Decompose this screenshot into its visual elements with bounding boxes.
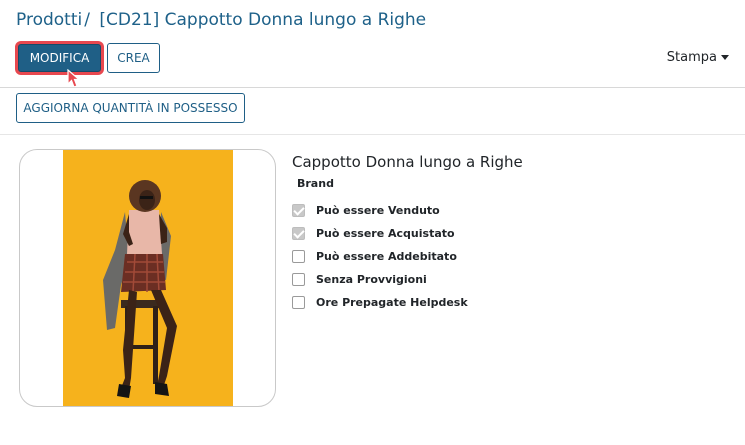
breadcrumb-separator: / bbox=[84, 10, 90, 30]
edit-button[interactable]: MODIFICA bbox=[18, 44, 101, 72]
content-divider bbox=[0, 134, 745, 135]
option-label: Senza Provvigioni bbox=[316, 273, 427, 286]
cursor-pointer-icon bbox=[67, 69, 81, 88]
option-prepaid-helpdesk-hours: Ore Prepagate Helpdesk bbox=[292, 291, 468, 314]
option-label: Può essere Venduto bbox=[316, 204, 440, 217]
option-can-be-purchased: Può essere Acquistato bbox=[292, 222, 468, 245]
update-quantity-button[interactable]: AGGIORNA QUANTITÀ IN POSSESSO bbox=[16, 93, 245, 123]
option-can-be-charged: Può essere Addebitato bbox=[292, 245, 468, 268]
option-label: Ore Prepagate Helpdesk bbox=[316, 296, 468, 309]
can-be-sold-checkbox[interactable] bbox=[292, 204, 305, 217]
option-label: Può essere Addebitato bbox=[316, 250, 457, 263]
create-button[interactable]: CREA bbox=[107, 43, 160, 73]
print-label: Stampa bbox=[666, 50, 717, 65]
breadcrumb: Prodotti / [CD21] Cappotto Donna lungo a … bbox=[16, 10, 426, 30]
breadcrumb-current: [CD21] Cappotto Donna lungo a Righe bbox=[99, 10, 427, 30]
product-image-frame[interactable] bbox=[19, 149, 276, 407]
product-options: Può essere Venduto Può essere Acquistato… bbox=[292, 199, 468, 314]
product-name: Cappotto Donna lungo a Righe bbox=[292, 153, 523, 171]
option-no-commission: Senza Provvigioni bbox=[292, 268, 468, 291]
print-dropdown[interactable]: Stampa bbox=[667, 50, 729, 65]
no-commission-checkbox[interactable] bbox=[292, 273, 305, 286]
prepaid-helpdesk-hours-checkbox[interactable] bbox=[292, 296, 305, 309]
product-photo bbox=[63, 150, 233, 406]
option-label: Può essere Acquistato bbox=[316, 227, 455, 240]
caret-down-icon bbox=[721, 55, 729, 60]
can-be-charged-checkbox[interactable] bbox=[292, 250, 305, 263]
option-can-be-sold: Può essere Venduto bbox=[292, 199, 468, 222]
brand-label: Brand bbox=[297, 177, 334, 190]
toolbar-divider bbox=[0, 87, 745, 88]
breadcrumb-parent-link[interactable]: Prodotti bbox=[16, 10, 82, 30]
can-be-purchased-checkbox[interactable] bbox=[292, 227, 305, 240]
